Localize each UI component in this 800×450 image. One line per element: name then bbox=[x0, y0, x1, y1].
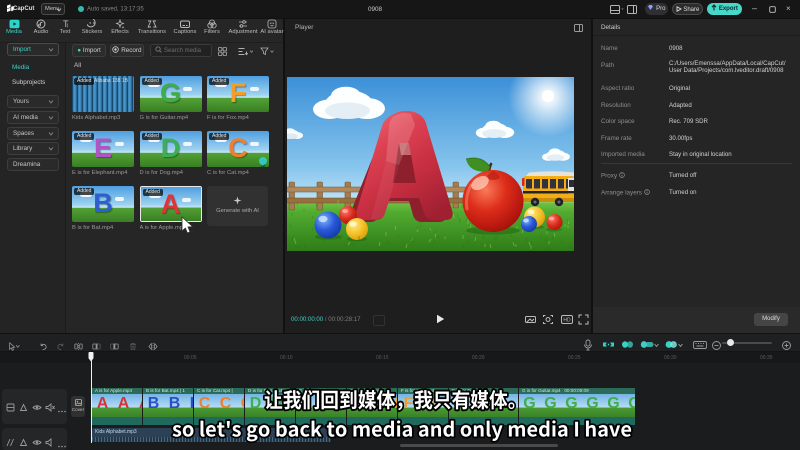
svg-text:HD: HD bbox=[563, 318, 571, 324]
svg-text:I: I bbox=[67, 24, 68, 30]
